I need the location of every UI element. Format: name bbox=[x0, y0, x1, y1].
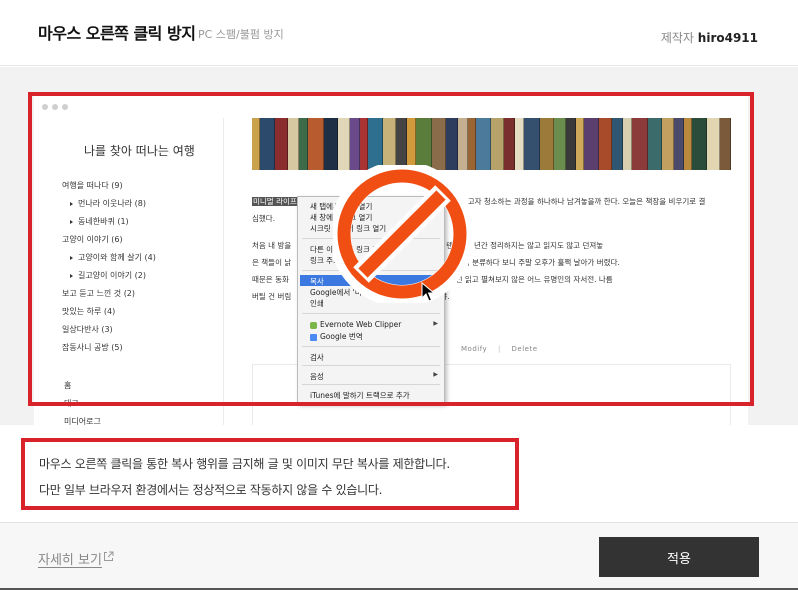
detail-link[interactable]: 자세히 보기 bbox=[38, 549, 102, 568]
author-label: 제작자 bbox=[660, 31, 694, 45]
notice-line-1: 마우스 오른쪽 클릭을 통한 복사 행위를 금지해 글 및 이미지 무단 복사를… bbox=[39, 457, 450, 471]
notice-line-2: 다만 일부 브라우저 환경에서는 정상적으로 작동하지 않을 수 있습니다. bbox=[39, 483, 383, 497]
notice-highlight-frame bbox=[21, 438, 519, 510]
author-info: 제작자 hiro4911 bbox=[661, 29, 758, 46]
author-name: hiro4911 bbox=[697, 31, 758, 45]
preview-highlight-frame bbox=[28, 92, 754, 406]
footer: 자세히 보기 적용 bbox=[0, 522, 798, 590]
header: 마우스 오른쪽 클릭 방지 PC 스팸/불펌 방지 제작자 hiro4911 bbox=[0, 0, 798, 66]
external-link-icon[interactable] bbox=[103, 551, 114, 562]
page-title: 마우스 오른쪽 클릭 방지 bbox=[38, 24, 196, 43]
apply-button[interactable]: 적용 bbox=[599, 537, 759, 577]
page-subtitle: PC 스팸/불펌 방지 bbox=[198, 28, 284, 41]
